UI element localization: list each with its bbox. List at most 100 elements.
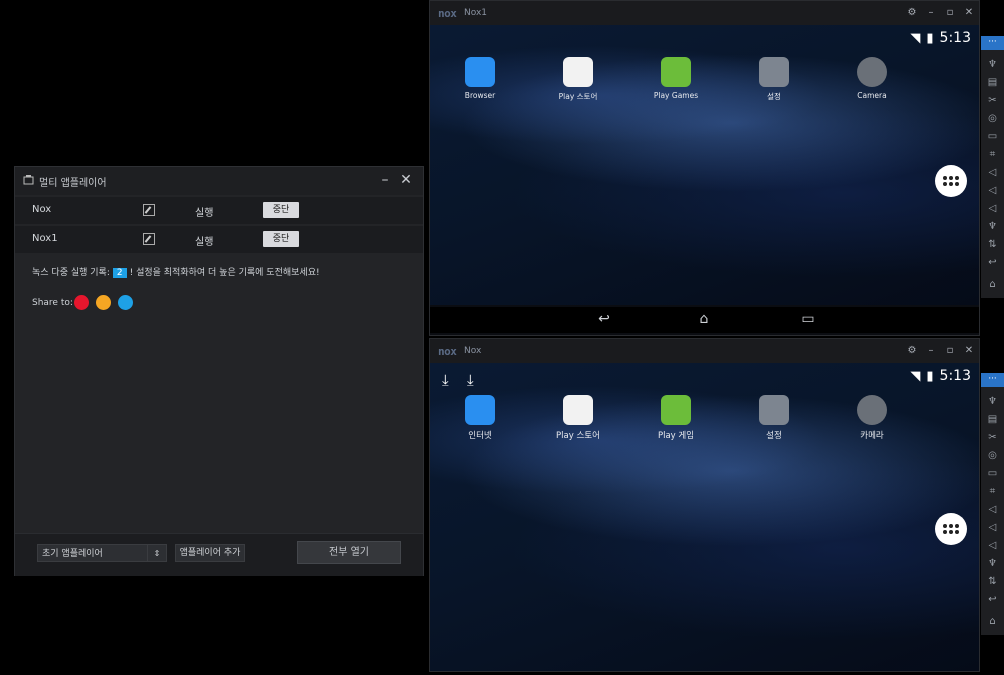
nox-logo: nox bbox=[438, 345, 457, 358]
more-icon[interactable]: ··· bbox=[981, 373, 1004, 387]
app-drawer-icon[interactable] bbox=[935, 513, 967, 545]
open-all-button[interactable]: 전부 열기 bbox=[297, 541, 401, 564]
close-button[interactable]: ✕ bbox=[963, 345, 975, 357]
instance-name: Nox bbox=[32, 204, 52, 215]
multi-instance-manager-window: 멀티 앱플레이어 – ✕ Nox 실행 중단 Nox1 실행 중단 녹스 다중 … bbox=[14, 166, 424, 576]
app-camera[interactable]: 카메라 bbox=[832, 395, 912, 441]
instance-status: 실행 bbox=[195, 208, 214, 219]
minimize-button[interactable]: – bbox=[925, 7, 937, 19]
tool-icon[interactable]: ⌗ bbox=[986, 485, 999, 498]
stop-button[interactable]: 중단 bbox=[263, 202, 299, 218]
scissors-icon[interactable]: ✂ bbox=[986, 431, 999, 444]
app-label: 카메라 bbox=[860, 431, 884, 441]
tool-icon[interactable]: ♆ bbox=[986, 220, 999, 233]
app-settings[interactable]: 설정 bbox=[734, 395, 814, 441]
app-label: Play Games bbox=[653, 91, 699, 100]
app-label: Play 스토어 bbox=[558, 92, 598, 101]
minimize-button[interactable]: – bbox=[925, 345, 937, 357]
tool-icon[interactable]: ♆ bbox=[986, 557, 999, 570]
settings-icon[interactable]: ⚙ bbox=[906, 7, 918, 19]
volume-down-icon[interactable]: ◁ bbox=[986, 521, 999, 534]
app-browser[interactable]: Browser bbox=[440, 57, 520, 100]
recents-icon[interactable]: ▭ bbox=[796, 311, 820, 329]
side-toolbar-nox1: ··· ♆ ▤ ✂ ◎ ▭ ⌗ ◁ ◁ ◁ ♆ ⇅ ↩ ⌂ bbox=[981, 36, 1004, 298]
camera-icon[interactable]: ◎ bbox=[986, 449, 999, 462]
home-icon[interactable]: ⌂ bbox=[986, 615, 999, 628]
app-label: 설정 bbox=[766, 431, 782, 441]
close-button[interactable]: ✕ bbox=[398, 172, 414, 188]
tool-icon[interactable]: ▤ bbox=[986, 413, 999, 426]
status-bar: ◥ ▮ 5:13 bbox=[910, 30, 971, 46]
tool-icon[interactable]: ◁ bbox=[986, 202, 999, 215]
instance-title: Nox1 bbox=[464, 8, 488, 18]
tool-icon[interactable]: ◁ bbox=[986, 539, 999, 552]
volume-up-icon[interactable]: ◁ bbox=[986, 166, 999, 179]
add-player-button[interactable]: 앱플레이어 추가 bbox=[175, 544, 245, 562]
qq-icon[interactable] bbox=[118, 295, 133, 310]
weibo-icon[interactable] bbox=[74, 295, 89, 310]
camera-icon bbox=[857, 395, 887, 425]
home-icon[interactable]: ⌂ bbox=[692, 311, 716, 329]
side-toolbar-nox: ··· ♆ ▤ ✂ ◎ ▭ ⌗ ◁ ◁ ◁ ♆ ⇅ ↩ ⌂ bbox=[981, 373, 1004, 635]
browser-icon bbox=[465, 395, 495, 425]
battery-icon: ▮ bbox=[926, 368, 934, 384]
back-icon[interactable]: ↩ bbox=[986, 593, 999, 606]
emulator-window-nox1: nox Nox1 ⚙ – ▫ ✕ ◥ ▮ 5:13 Browser Play 스토어… bbox=[429, 0, 980, 336]
status-bar: ◥ ▮ 5:13 bbox=[910, 368, 971, 384]
app-label: Camera bbox=[857, 91, 887, 100]
app-camera[interactable]: Camera bbox=[832, 57, 912, 100]
back-icon[interactable]: ↩ bbox=[592, 311, 616, 329]
camera-icon bbox=[857, 57, 887, 87]
tool-icon[interactable]: ⌗ bbox=[986, 148, 999, 161]
tool-icon[interactable]: ▭ bbox=[986, 130, 999, 143]
app-drawer-icon[interactable] bbox=[935, 165, 967, 197]
maximize-button[interactable]: ▫ bbox=[944, 345, 956, 357]
record-prefix: 녹스 다중 실행 기록: bbox=[32, 268, 110, 278]
chevron-updown-icon: ⇕ bbox=[147, 545, 166, 561]
android-home-screen[interactable]: ◥ ▮ 5:13 Browser Play 스토어 Play Games 설정 Ca… bbox=[430, 25, 979, 305]
play-store-icon bbox=[563, 395, 593, 425]
camera-icon[interactable]: ◎ bbox=[986, 112, 999, 125]
scissors-icon[interactable]: ✂ bbox=[986, 94, 999, 107]
instance-name: Nox1 bbox=[32, 233, 58, 244]
wifi-signal-icon: ◥ bbox=[910, 30, 921, 46]
volume-up-icon[interactable]: ◁ bbox=[986, 503, 999, 516]
app-play-store[interactable]: Play 스토어 bbox=[538, 395, 618, 441]
manager-app-icon bbox=[23, 175, 34, 185]
volume-down-icon[interactable]: ◁ bbox=[986, 184, 999, 197]
app-play-games[interactable]: Play Games bbox=[636, 57, 716, 100]
settings-icon[interactable]: ⚙ bbox=[906, 345, 918, 357]
app-label: 인터넷 bbox=[468, 431, 492, 441]
instance-type-select[interactable]: 초기 앱플레이어 ⇕ bbox=[37, 544, 167, 562]
tool-icon[interactable]: ⇅ bbox=[986, 575, 999, 588]
play-games-icon bbox=[661, 395, 691, 425]
app-label: Play 게임 bbox=[657, 431, 695, 441]
more-icon[interactable]: ··· bbox=[981, 36, 1004, 50]
app-settings[interactable]: 설정 bbox=[734, 57, 814, 102]
tool-icon[interactable]: ▭ bbox=[986, 467, 999, 480]
close-button[interactable]: ✕ bbox=[963, 7, 975, 19]
app-play-store[interactable]: Play 스토어 bbox=[538, 57, 618, 102]
edit-icon[interactable] bbox=[143, 233, 155, 245]
app-label: Play 스토어 bbox=[556, 431, 600, 441]
android-home-screen[interactable]: ⤓ ⤓ ◥ ▮ 5:13 인터넷 Play 스토어 Play 게임 설정 카메라 bbox=[430, 363, 979, 671]
settings-icon bbox=[759, 395, 789, 425]
maximize-button[interactable]: ▫ bbox=[944, 7, 956, 19]
emulator-window-nox: nox Nox ⚙ – ▫ ✕ ⤓ ⤓ ◥ ▮ 5:13 인터넷 Play 스토어 … bbox=[429, 338, 980, 672]
app-internet[interactable]: 인터넷 bbox=[440, 395, 520, 441]
edit-icon[interactable] bbox=[143, 204, 155, 216]
download-icon: ⤓ bbox=[467, 371, 474, 389]
tool-icon[interactable]: ♆ bbox=[986, 58, 999, 71]
tool-icon[interactable]: ⇅ bbox=[986, 238, 999, 251]
tool-icon[interactable]: ▤ bbox=[986, 76, 999, 89]
tool-icon[interactable]: ♆ bbox=[986, 395, 999, 408]
home-icon[interactable]: ⌂ bbox=[986, 278, 999, 291]
stop-button[interactable]: 중단 bbox=[263, 231, 299, 247]
nox-logo: nox bbox=[438, 7, 457, 20]
back-icon[interactable]: ↩ bbox=[986, 256, 999, 269]
qzone-icon[interactable] bbox=[96, 295, 111, 310]
app-play-games[interactable]: Play 게임 bbox=[636, 395, 716, 441]
download-icon: ⤓ bbox=[442, 371, 449, 389]
instance-row-nox1: Nox1 실행 중단 bbox=[15, 226, 423, 253]
minimize-button[interactable]: – bbox=[377, 172, 393, 188]
